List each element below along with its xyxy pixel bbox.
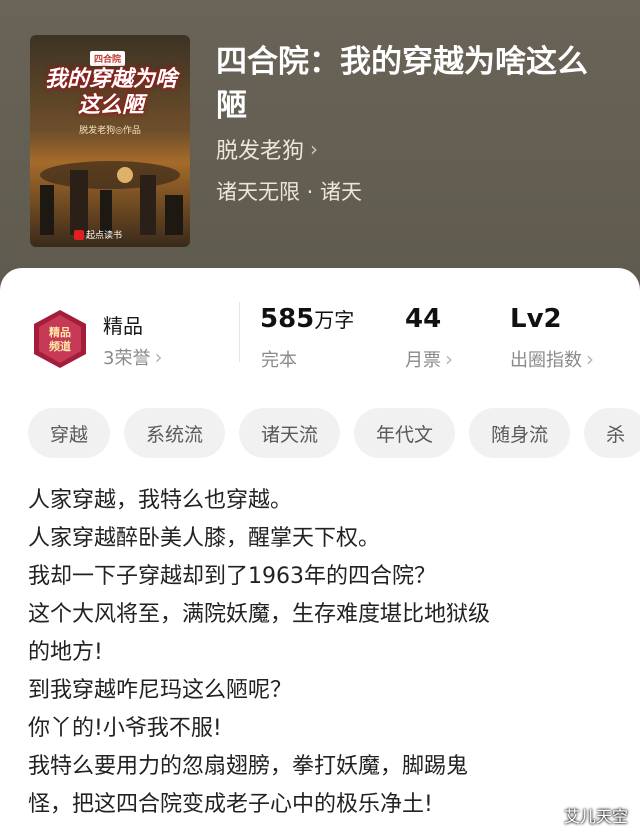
- tag-list: 穿越 系统流 诸天流 年代文 随身流 杀: [28, 408, 640, 458]
- book-category: 诸天无限 · 诸天: [216, 180, 363, 204]
- level-link[interactable]: 出圈指数 ›: [510, 346, 594, 372]
- description-line: 怪，把这四合院变成老子心中的极乐净土!: [28, 792, 433, 817]
- book-title: 四合院：我的穿越为啥这么陋: [216, 44, 588, 124]
- tag-chip[interactable]: 年代文: [354, 408, 456, 458]
- monthly-votes-value: 44: [405, 304, 442, 334]
- chevron-right-icon: ›: [310, 137, 319, 161]
- tag-chip[interactable]: 杀: [584, 408, 640, 458]
- book-cover[interactable]: 四合院 我的穿越为啥这么陋 脱发老狗◎作品 起点读书: [30, 35, 190, 247]
- watermark: 艾儿天空: [563, 807, 628, 826]
- author-link[interactable]: 脱发老狗 ›: [216, 133, 318, 165]
- badge-text-top: 精品: [49, 325, 71, 339]
- word-count-unit: 万字: [314, 308, 355, 332]
- chevron-right-icon: ›: [445, 347, 453, 371]
- monthly-votes-link[interactable]: 月票 ›: [405, 346, 453, 372]
- book-header: 四合院 我的穿越为啥这么陋 脱发老狗◎作品 起点读书 四合院：我的穿越为啥这么陋…: [0, 0, 640, 300]
- honors-text: 3荣誉: [103, 348, 151, 369]
- level-label: 出圈指数: [510, 350, 582, 371]
- cover-author: 脱发老狗◎作品: [79, 126, 141, 136]
- chevron-right-icon: ›: [154, 345, 163, 369]
- monthly-votes-label: 月票: [405, 350, 441, 371]
- completion-status: 完本: [261, 350, 297, 371]
- description-line: 我却一下子穿越却到了1963年的四合院？: [28, 564, 436, 589]
- description-line: 这个大风将至，满院妖魔，生存难度堪比地狱级: [28, 602, 491, 627]
- description-line: 到我穿越咋尼玛这么陋呢？: [28, 678, 293, 703]
- stats-divider: [239, 302, 240, 362]
- cover-title: 我的穿越为啥这么陋: [44, 67, 177, 118]
- description-line: 我特么要用力的忽扇翅膀，拳打妖魔，脚踢鬼: [28, 754, 469, 779]
- book-description: 人家穿越，我特么也穿越。 人家穿越醉卧美人膝，醒掌天下权。 我却一下子穿越却到了…: [28, 482, 628, 824]
- level-value: Lv2: [510, 304, 562, 334]
- word-count: 585万字: [260, 304, 354, 334]
- chevron-right-icon: ›: [586, 347, 594, 371]
- tag-chip[interactable]: 系统流: [124, 408, 226, 458]
- quality-label: 精品: [103, 314, 143, 338]
- honors-link[interactable]: 3荣誉 ›: [103, 344, 162, 370]
- cover-tag: 四合院: [90, 51, 126, 66]
- description-line: 的地方!: [28, 640, 103, 665]
- tag-chip[interactable]: 随身流: [469, 408, 571, 458]
- badge-icon: 精品 频道: [34, 310, 86, 368]
- description-line: 你丫的!小爷我不服!: [28, 716, 222, 741]
- cover-publisher: 起点读书: [86, 231, 123, 241]
- book-detail-card: 精品 频道 精品 3荣誉 › 585万字 完本 44 月票 › Lv2 出圈指数…: [0, 268, 640, 837]
- author-name: 脱发老狗: [216, 139, 305, 164]
- word-count-value: 585: [260, 304, 315, 334]
- description-line: 人家穿越醉卧美人膝，醒掌天下权。: [28, 526, 381, 551]
- description-line: 人家穿越，我特么也穿越。: [28, 488, 293, 513]
- tag-chip[interactable]: 诸天流: [239, 408, 341, 458]
- publisher-logo-icon: [74, 230, 84, 240]
- badge-text-bottom: 频道: [49, 339, 71, 353]
- tag-chip[interactable]: 穿越: [28, 408, 111, 458]
